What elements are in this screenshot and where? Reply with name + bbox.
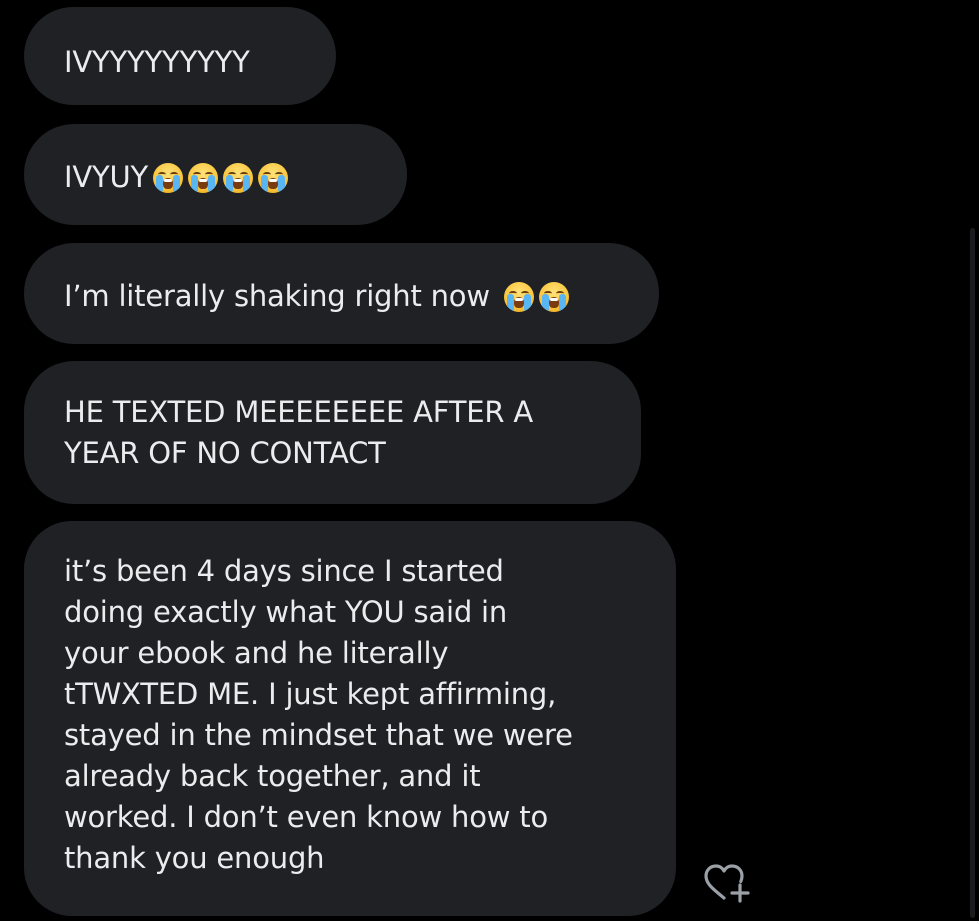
add-reaction-button[interactable] xyxy=(696,860,752,906)
message-text: IVYUY xyxy=(64,160,149,194)
loudly-crying-face-icon xyxy=(503,282,534,312)
scrollbar-track[interactable] xyxy=(970,228,975,918)
loudly-crying-face-icon xyxy=(258,163,289,193)
message-bubble[interactable]: I’m literally shaking right now xyxy=(24,243,659,344)
heart-plus-icon xyxy=(704,864,750,903)
message-text: it’s been 4 days since I started doing e… xyxy=(64,554,573,875)
message-bubble[interactable]: it’s been 4 days since I started doing e… xyxy=(24,521,676,916)
message-bubble[interactable]: IVYUY xyxy=(24,124,407,225)
message-bubble[interactable]: HE TEXTED MEEEEEEEE AFTER A YEAR OF NO C… xyxy=(24,361,641,504)
loudly-crying-face-icon xyxy=(153,163,184,193)
message-text: I’m literally shaking right now xyxy=(64,279,499,313)
loudly-crying-face-icon xyxy=(188,163,219,193)
message-bubble[interactable]: IVYYYYYYYYY xyxy=(24,7,336,105)
message-text: IVYYYYYYYYY xyxy=(64,45,250,79)
loudly-crying-face-icon xyxy=(223,163,254,193)
loudly-crying-face-icon xyxy=(538,282,569,312)
message-text: HE TEXTED MEEEEEEEE AFTER A YEAR OF NO C… xyxy=(64,395,534,470)
